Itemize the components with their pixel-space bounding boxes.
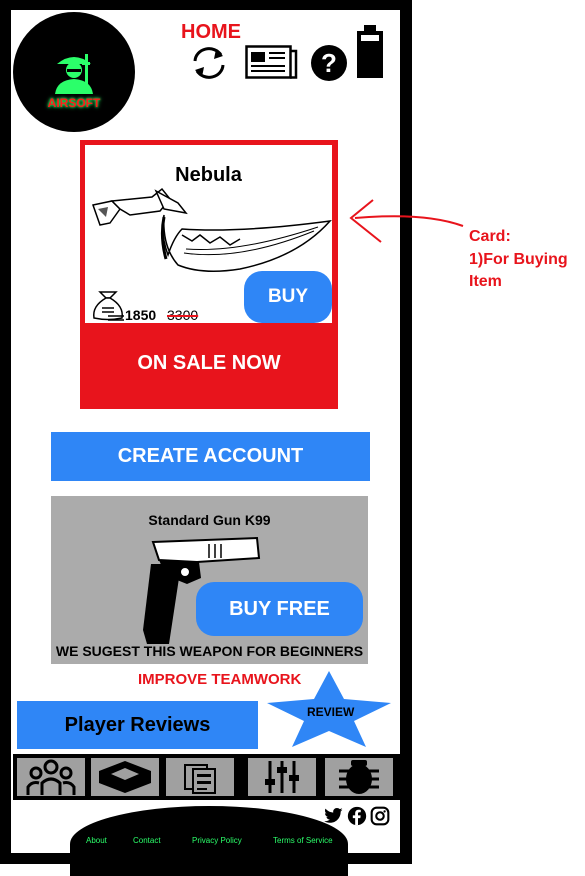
create-account-button[interactable]: CREATE ACCOUNT: [51, 432, 370, 481]
old-price: 3300: [167, 307, 199, 323]
help-icon[interactable]: ?: [310, 44, 348, 82]
gun-title: Standard Gun K99: [148, 512, 271, 528]
card-title: Nebula: [175, 164, 242, 186]
review-star-label: REVIEW: [307, 705, 355, 719]
money-bag-icon: [93, 291, 124, 321]
bottom-tab-bar: [13, 754, 401, 800]
card-content: Nebula 1850 3300 BUY: [85, 145, 332, 323]
footer-link-contact[interactable]: Contact: [133, 836, 161, 845]
annotation-line: 1)For Buying: [469, 251, 568, 268]
tab-clipboard[interactable]: [166, 758, 234, 796]
tab-settings[interactable]: [248, 758, 316, 796]
bug-icon: [339, 760, 379, 794]
player-reviews-button[interactable]: Player Reviews: [17, 701, 258, 749]
instagram-icon[interactable]: [370, 806, 390, 826]
buy-button[interactable]: BUY: [244, 271, 332, 323]
facebook-icon[interactable]: [347, 806, 367, 826]
clipboard-icon: [184, 764, 216, 794]
page-title: HOME: [181, 21, 241, 43]
gun-offer-card: Standard Gun K99 BUY FREE WE SUGEST THIS…: [51, 496, 368, 664]
footer-link-terms[interactable]: Terms of Service: [273, 836, 333, 845]
airsoft-logo[interactable]: AIRSOFT: [13, 12, 135, 132]
news-icon[interactable]: [245, 45, 299, 79]
refresh-icon[interactable]: [189, 45, 229, 81]
current-price: 1850: [125, 307, 157, 323]
footer-link-about[interactable]: About: [86, 836, 107, 845]
soldier-icon: [55, 54, 93, 94]
beginner-suggestion: WE SUGEST THIS WEAPON FOR BEGINNERS: [55, 643, 364, 659]
battery-icon: [357, 25, 383, 78]
tab-team[interactable]: [17, 758, 85, 796]
tab-bugs[interactable]: [325, 758, 393, 796]
sliders-icon: [265, 761, 299, 793]
team-icon: [26, 759, 76, 795]
tab-crate[interactable]: [91, 758, 159, 796]
sale-banner: ON SALE NOW: [137, 352, 281, 374]
footer-link-privacy[interactable]: Privacy Policy: [192, 836, 242, 845]
svg-text:?: ?: [321, 48, 337, 78]
annotation-line: Item: [469, 273, 502, 290]
annotation-title: Card:: [469, 228, 511, 245]
footer: About Contact Privacy Policy Terms of Se…: [70, 806, 348, 876]
logo-text: AIRSOFT: [47, 96, 101, 110]
buy-free-button[interactable]: BUY FREE: [196, 582, 363, 636]
knife-image: [92, 187, 332, 272]
sale-card[interactable]: Nebula 1850 3300 BUY ON SALE NOW: [80, 140, 338, 409]
crate-icon: [99, 761, 151, 793]
annotation-arrow: [349, 199, 464, 243]
